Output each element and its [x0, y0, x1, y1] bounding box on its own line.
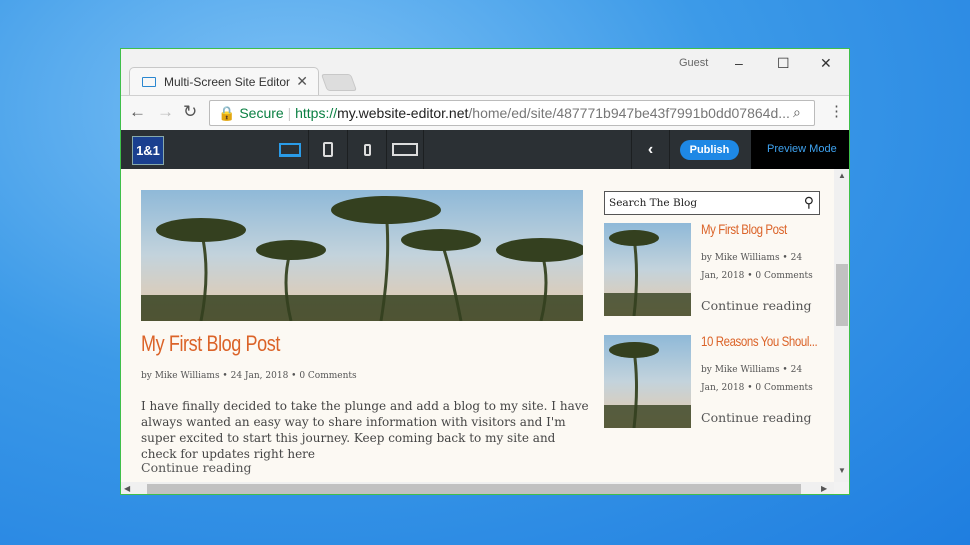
post-meta: by Mike Williams • 24 Jan, 2018 • 0 Comm… — [141, 371, 357, 381]
scroll-down-icon[interactable]: ▼ — [838, 466, 846, 475]
sidebar-post-meta: Jan, 2018 • 0 Comments — [701, 383, 813, 393]
desktop-icon — [278, 142, 301, 157]
blog-search-input[interactable]: Search The Blog ⚲ — [604, 191, 820, 215]
desktop-view-button[interactable] — [271, 130, 308, 169]
sidebar-post-meta: Jan, 2018 • 0 Comments — [701, 271, 813, 281]
hero-image — [141, 190, 586, 322]
tab-multi-screen-site-editor[interactable]: Multi-Screen Site Editor ✕ — [129, 67, 319, 96]
secure-label: Secure — [239, 105, 284, 121]
tab-title: Multi-Screen Site Editor — [164, 75, 291, 89]
new-tab-button[interactable] — [320, 74, 358, 91]
url-host: my.website-editor.net — [337, 105, 469, 121]
post-excerpt: I have finally decided to take the plung… — [141, 399, 589, 461]
sidebar-post-meta: by Mike Williams • 24 — [701, 365, 803, 375]
scroll-right-icon[interactable]: ▶ — [821, 484, 827, 493]
collapse-button[interactable]: ‹ — [631, 130, 670, 169]
tablet-icon — [323, 142, 333, 157]
forward-icon[interactable]: → — [157, 102, 174, 122]
search-placeholder: Search The Blog — [609, 197, 698, 209]
horizontal-scrollbar[interactable]: ◀ ▶ — [121, 482, 834, 494]
phone-icon — [363, 143, 371, 156]
back-icon[interactable]: ← — [129, 102, 146, 122]
post-thumbnail[interactable] — [604, 223, 691, 317]
lock-icon: 🔒 — [218, 105, 236, 121]
multi-device-view-button[interactable] — [386, 130, 424, 169]
url-input[interactable]: 🔒 Secure | https://my.website-editor.net… — [209, 100, 815, 126]
vertical-scroll-thumb[interactable] — [836, 264, 848, 326]
address-bar-row: ← → ↻ 🔒 Secure | https://my.website-edit… — [121, 95, 849, 130]
sidebar-post-title[interactable]: 10 Reasons You Shoul... — [701, 333, 818, 349]
menu-icon[interactable]: ⋮ — [829, 102, 844, 120]
multi-screen-icon — [142, 77, 156, 87]
sidebar-post: 10 Reasons You Shoul... by Mike Williams… — [604, 333, 824, 435]
editor-toolbar: 1&1 ‹ Publish Preview Mode — [121, 130, 849, 169]
palm-trees-image — [141, 196, 586, 322]
logo: 1&1 — [132, 136, 164, 165]
browser-window: Multi-Screen Site Editor ✕ Guest – ☐ ✕ ←… — [120, 48, 850, 495]
close-tab-icon[interactable]: ✕ — [296, 73, 308, 90]
vertical-scrollbar[interactable]: ▲ ▼ — [834, 169, 849, 482]
reload-icon[interactable]: ↻ — [183, 102, 197, 122]
url-scheme: https:// — [295, 105, 338, 121]
phone-view-button[interactable] — [347, 130, 386, 169]
continue-reading-link[interactable]: Continue reading — [701, 298, 812, 313]
sidebar-post: My First Blog Post by Mike Williams • 24… — [604, 221, 824, 323]
zoom-icon[interactable]: ⌕ — [793, 104, 801, 121]
post-thumbnail[interactable] — [604, 335, 691, 429]
minimize-button[interactable]: – — [735, 55, 743, 71]
scroll-left-icon[interactable]: ◀ — [124, 484, 130, 493]
sidebar-post-meta: by Mike Williams • 24 — [701, 253, 803, 263]
scroll-up-icon[interactable]: ▲ — [838, 171, 846, 180]
maximize-button[interactable]: ☐ — [777, 55, 790, 72]
multi-device-icon — [392, 143, 418, 156]
preview-mode-button[interactable]: Preview Mode — [751, 130, 849, 169]
horizontal-scroll-thumb[interactable] — [147, 484, 801, 494]
profile-label[interactable]: Guest — [679, 57, 708, 69]
url-path: /home/ed/site/487771b947be43f7991b0dd078… — [468, 105, 790, 121]
publish-button[interactable]: Publish — [680, 140, 739, 160]
search-icon[interactable]: ⚲ — [804, 194, 814, 211]
continue-reading-link[interactable]: Continue reading — [701, 410, 812, 425]
chevron-left-icon: ‹ — [647, 140, 654, 158]
sidebar-post-title[interactable]: My First Blog Post — [701, 221, 787, 237]
continue-reading-link[interactable]: Continue reading — [141, 460, 252, 475]
close-window-button[interactable]: ✕ — [820, 55, 832, 72]
site-preview: My First Blog Post by Mike Williams • 24… — [121, 169, 834, 482]
post-title[interactable]: My First Blog Post — [141, 331, 280, 357]
tablet-view-button[interactable] — [308, 130, 347, 169]
